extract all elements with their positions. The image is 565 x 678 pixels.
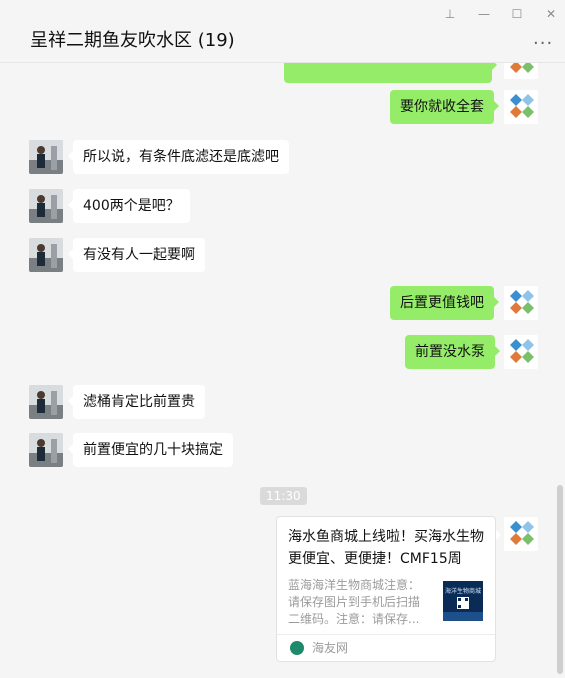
person-photo-icon <box>29 238 63 272</box>
chat-window: 呈祥二期鱼友吹水区 (19) ⊥ — ☐ ✕ ··· 要你就收全套 所以说，有条… <box>0 0 565 678</box>
source-logo-icon <box>290 641 304 655</box>
avatar-pattern-icon <box>504 517 538 551</box>
message-bubble-out[interactable]: 后置更值钱吧 <box>390 286 499 320</box>
maximize-button[interactable]: ☐ <box>505 4 529 24</box>
message-bubble-in[interactable]: 滤桶肯定比前置贵 <box>68 385 205 419</box>
minimize-button[interactable]: — <box>472 4 496 24</box>
chat-title: 呈祥二期鱼友吹水区 (19) <box>30 30 235 51</box>
avatar-pattern-icon <box>504 286 538 320</box>
message-bubble-out[interactable]: 要你就收全套 <box>390 90 499 124</box>
member-avatar[interactable] <box>29 433 63 467</box>
message-bubble-in[interactable]: 400两个是吧？ <box>68 189 190 223</box>
link-card-description: 蓝海海洋生物商城注意：请保存图片到手机后扫描二维码。注意：请保存... <box>288 578 421 626</box>
avatar-pattern-icon <box>504 335 538 369</box>
member-avatar[interactable] <box>29 189 63 223</box>
my-avatar[interactable] <box>504 286 538 320</box>
my-avatar[interactable] <box>504 517 538 551</box>
more-options-icon[interactable]: ··· <box>533 35 553 53</box>
close-button[interactable]: ✕ <box>539 4 563 24</box>
person-photo-icon <box>29 385 63 419</box>
my-avatar[interactable] <box>504 335 538 369</box>
member-avatar[interactable] <box>29 238 63 272</box>
message-bubble-in[interactable]: 前置便宜的几十块搞定 <box>68 433 233 467</box>
person-photo-icon <box>29 140 63 174</box>
message-bubble-out[interactable]: 前置没水泵 <box>405 335 500 369</box>
avatar-pattern-icon <box>504 90 538 124</box>
message-bubble-in[interactable]: 有没有人一起要啊 <box>68 238 205 272</box>
link-card-title: 海水鱼商城上线啦！买海水生物更便宜、更便捷！CMF15周年... <box>288 529 484 567</box>
message-list[interactable]: 要你就收全套 所以说，有条件底滤还是底滤吧 400两个是吧？ 有没有人一起要啊 … <box>0 63 565 678</box>
person-photo-icon <box>29 433 63 467</box>
message-scrollbar[interactable] <box>557 485 563 674</box>
timestamp-divider: 11:30 <box>260 487 307 505</box>
thumbnail-label: 海洋生物商城 <box>445 587 481 595</box>
shared-link-card[interactable]: 海水鱼商城上线啦！买海水生物更便宜、更便捷！CMF15周年... 蓝海海洋生物商… <box>276 516 501 662</box>
member-avatar[interactable] <box>29 385 63 419</box>
link-card-footer: 海友网 <box>277 634 495 661</box>
member-avatar[interactable] <box>29 140 63 174</box>
my-avatar[interactable] <box>504 63 538 79</box>
avatar-pattern-icon <box>504 63 538 79</box>
qr-poster-icon: 海洋生物商城 <box>443 581 483 621</box>
message-bubble-cropped[interactable] <box>284 63 497 83</box>
link-card-source: 海友网 <box>312 641 349 655</box>
link-card-thumbnail: 海洋生物商城 <box>443 581 483 621</box>
person-photo-icon <box>29 189 63 223</box>
pin-icon[interactable]: ⊥ <box>438 4 462 24</box>
my-avatar[interactable] <box>504 90 538 124</box>
message-bubble-in[interactable]: 所以说，有条件底滤还是底滤吧 <box>68 140 289 174</box>
chat-header: 呈祥二期鱼友吹水区 (19) ⊥ — ☐ ✕ ··· <box>0 0 565 63</box>
